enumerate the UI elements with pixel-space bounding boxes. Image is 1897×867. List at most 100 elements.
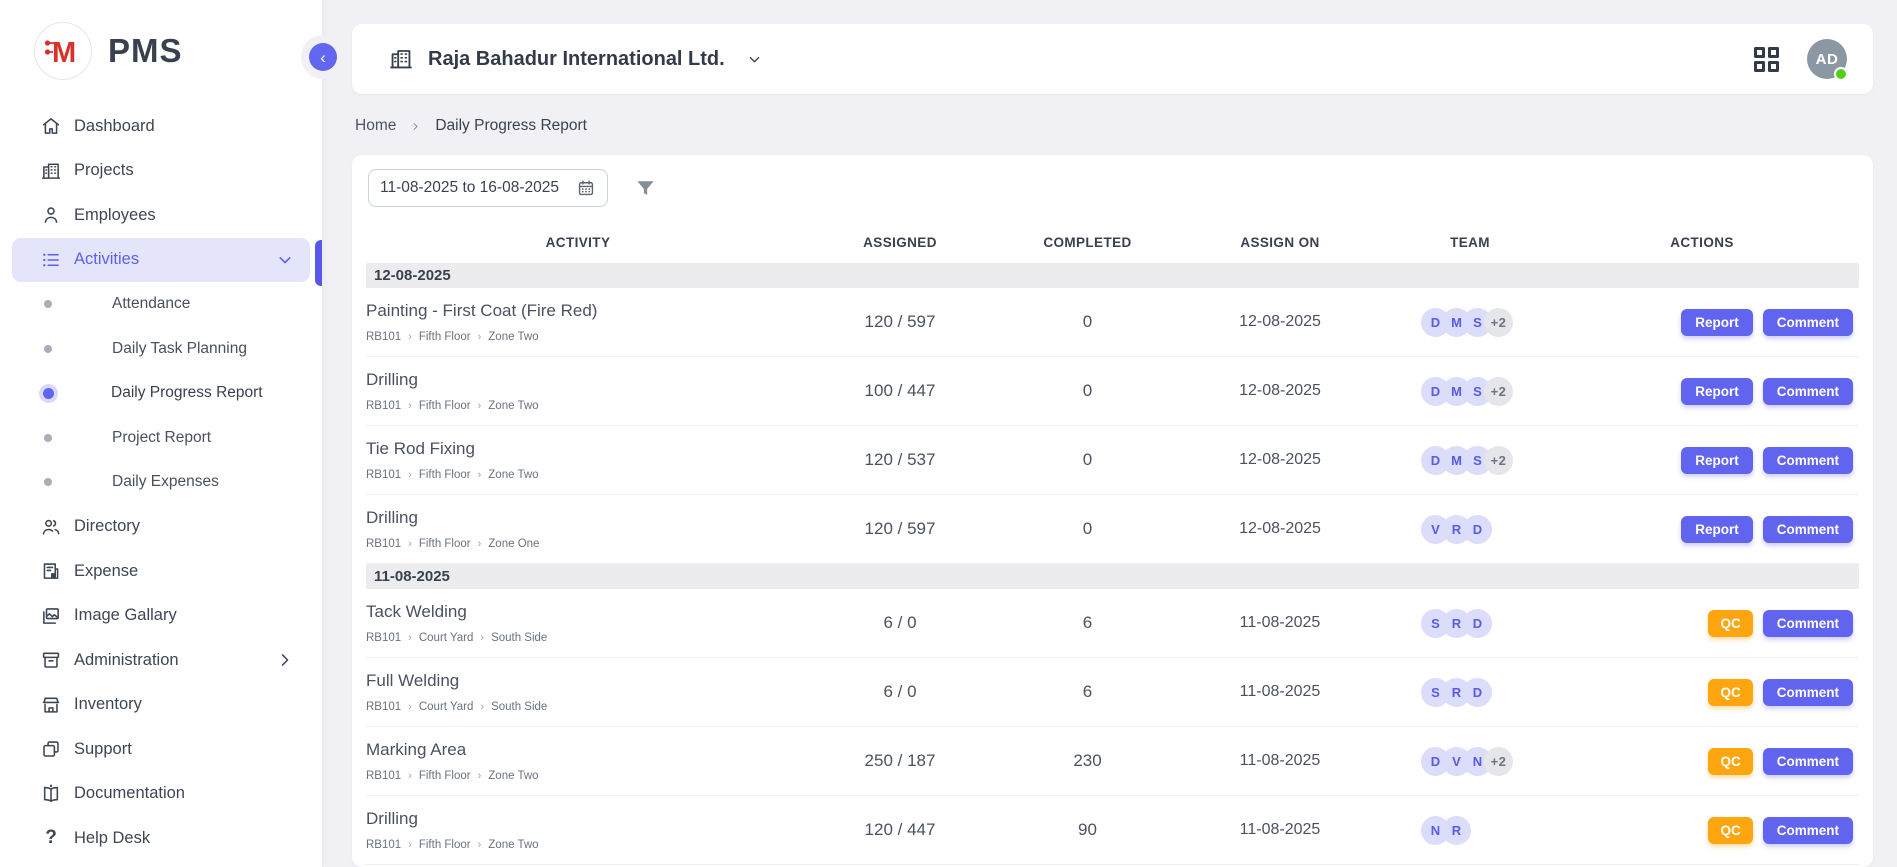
activity-cell: Painting - First Coat (Fire Red)RB101›Fi… xyxy=(366,301,790,343)
sidebar-item-directory[interactable]: Directory xyxy=(0,505,322,550)
activity-title: Drilling xyxy=(366,370,780,390)
sidebar-item-expense[interactable]: Expense xyxy=(0,549,322,594)
company-selector[interactable]: Raja Bahadur International Ltd. xyxy=(388,46,764,72)
topbar: Raja Bahadur International Ltd. AD xyxy=(352,24,1873,94)
report-button[interactable]: Report xyxy=(1681,309,1753,336)
path-separator-icon: › xyxy=(478,401,482,412)
activity-title: Marking Area xyxy=(366,740,780,760)
path-separator-icon: › xyxy=(408,332,412,343)
chevron-right-icon xyxy=(274,649,296,671)
activity-title: Tie Rod Fixing xyxy=(366,439,780,459)
qc-button[interactable]: QC xyxy=(1708,610,1752,637)
documentation-icon xyxy=(40,783,62,805)
sidebar-item-projects[interactable]: Projects xyxy=(0,149,322,194)
sidebar-collapse-button[interactable]: ‹ xyxy=(309,43,337,71)
column-header-activity: ACTIVITY xyxy=(366,235,790,250)
assigned-value: 120 / 597 xyxy=(790,312,1010,332)
comment-button[interactable]: Comment xyxy=(1763,309,1853,336)
comment-button[interactable]: Comment xyxy=(1763,748,1853,775)
actions-cell: QC Comment xyxy=(1545,679,1859,706)
online-status-dot xyxy=(1834,67,1848,81)
path-segment: Court Yard xyxy=(419,701,474,713)
path-segment: Zone Two xyxy=(488,770,538,782)
qc-button[interactable]: QC xyxy=(1708,679,1752,706)
report-button[interactable]: Report xyxy=(1681,378,1753,405)
team-member-avatar: D xyxy=(1463,609,1492,638)
activity-title: Full Welding xyxy=(366,671,780,691)
sidebar-item-employees[interactable]: Employees xyxy=(0,193,322,238)
apps-grid-icon[interactable] xyxy=(1754,47,1779,72)
path-separator-icon: › xyxy=(478,840,482,851)
sidebar-item-documentation[interactable]: Documentation xyxy=(0,772,322,817)
sidebar-item-administration[interactable]: Administration xyxy=(0,638,322,683)
comment-button[interactable]: Comment xyxy=(1763,378,1853,405)
assign-on-date: 12-08-2025 xyxy=(1165,520,1395,538)
path-segment: RB101 xyxy=(366,400,401,412)
assigned-value: 100 / 447 xyxy=(790,381,1010,401)
path-segment: RB101 xyxy=(366,469,401,481)
activity-title: Drilling xyxy=(366,508,780,528)
table-row: Painting - First Coat (Fire Red)RB101›Fi… xyxy=(366,288,1859,357)
comment-button[interactable]: Comment xyxy=(1763,817,1853,844)
path-separator-icon: › xyxy=(478,539,482,550)
path-separator-icon: › xyxy=(408,470,412,481)
report-button[interactable]: Report xyxy=(1681,447,1753,474)
actions-cell: QC Comment xyxy=(1545,610,1859,637)
sidebar-nav: DashboardProjectsEmployeesActivities Atte… xyxy=(0,104,322,861)
comment-button[interactable]: Comment xyxy=(1763,610,1853,637)
sidebar-item-support[interactable]: Support xyxy=(0,727,322,772)
actions-cell: Report Comment xyxy=(1545,309,1859,336)
comment-button[interactable]: Comment xyxy=(1763,679,1853,706)
directory-icon xyxy=(40,516,62,538)
comment-button[interactable]: Comment xyxy=(1763,516,1853,543)
activity-location-path: RB101›Fifth Floor›Zone Two xyxy=(366,839,780,851)
team-cell: VRD xyxy=(1395,515,1545,544)
content-card: 11-08-2025 to 16-08-2025 ACTIVITYASSIGNE… xyxy=(352,155,1873,867)
path-segment: RB101 xyxy=(366,770,401,782)
breadcrumb-home[interactable]: Home xyxy=(355,117,396,135)
path-segment: Court Yard xyxy=(419,632,474,644)
sidebar-item-label: Help Desk xyxy=(74,829,150,848)
path-segment: RB101 xyxy=(366,538,401,550)
assigned-value: 120 / 447 xyxy=(790,820,1010,840)
sidebar-item-image-gallary[interactable]: Image Gallary xyxy=(0,594,322,639)
avatar[interactable]: AD xyxy=(1807,39,1847,79)
avatar-initials: AD xyxy=(1816,51,1839,68)
comment-button[interactable]: Comment xyxy=(1763,447,1853,474)
completed-value: 230 xyxy=(1010,751,1165,771)
support-icon xyxy=(40,738,62,760)
employees-icon xyxy=(40,204,62,226)
date-range-input[interactable]: 11-08-2025 to 16-08-2025 xyxy=(368,169,608,207)
chevron-down-icon xyxy=(274,249,296,271)
activity-cell: Tie Rod FixingRB101›Fifth Floor›Zone Two xyxy=(366,439,790,481)
team-cell: DVN+2 xyxy=(1395,747,1545,776)
sidebar-item-activities[interactable]: Activities xyxy=(12,238,310,283)
column-header-assigned: ASSIGNED xyxy=(790,235,1010,250)
breadcrumb: Home Daily Progress Report xyxy=(355,117,587,135)
table-row: Full WeldingRB101›Court Yard›South Side6… xyxy=(366,658,1859,727)
actions-cell: QC Comment xyxy=(1545,748,1859,775)
sidebar-item-project-report[interactable]: Project Report xyxy=(0,416,322,461)
date-group-header: 12-08-2025 xyxy=(366,263,1859,288)
sidebar-item-daily-task-planning[interactable]: Daily Task Planning xyxy=(0,327,322,372)
path-segment: Zone One xyxy=(488,538,539,550)
sidebar-item-attendance[interactable]: Attendance xyxy=(0,282,322,327)
qc-button[interactable]: QC xyxy=(1708,748,1752,775)
table-row: DrillingRB101›Fifth Floor›Zone One120 / … xyxy=(366,495,1859,564)
date-group-label: 12-08-2025 xyxy=(374,267,451,284)
sidebar-item-inventory[interactable]: Inventory xyxy=(0,683,322,728)
activity-cell: Tack WeldingRB101›Court Yard›South Side xyxy=(366,602,790,644)
activity-location-path: RB101›Court Yard›South Side xyxy=(366,701,780,713)
sidebar-item-dashboard[interactable]: Dashboard xyxy=(0,104,322,149)
sidebar-item-help-desk[interactable]: ?Help Desk xyxy=(0,816,322,861)
report-button[interactable]: Report xyxy=(1681,516,1753,543)
activity-cell: Marking AreaRB101›Fifth Floor›Zone Two xyxy=(366,740,790,782)
activity-cell: DrillingRB101›Fifth Floor›Zone One xyxy=(366,508,790,550)
sidebar-item-label: Attendance xyxy=(112,295,190,313)
sidebar-item-daily-progress-report[interactable]: Daily Progress Report xyxy=(0,371,322,416)
qc-button[interactable]: QC xyxy=(1708,817,1752,844)
activity-location-path: RB101›Fifth Floor›Zone Two xyxy=(366,331,780,343)
image-gallery-icon xyxy=(40,605,62,627)
sidebar-item-daily-expenses[interactable]: Daily Expenses xyxy=(0,460,322,505)
filter-funnel-icon[interactable] xyxy=(634,177,657,200)
